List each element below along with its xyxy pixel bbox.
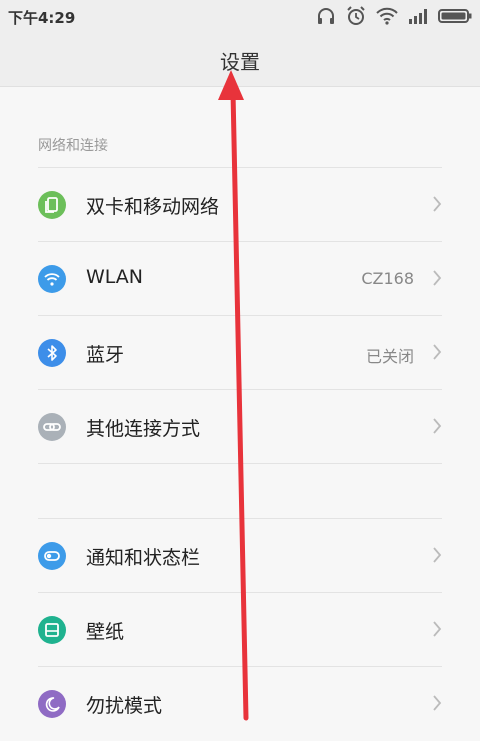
settings-item-label: 双卡和移动网络 [86, 196, 220, 218]
chevron-right-icon [433, 344, 442, 360]
section-title-network: 网络和连接 [38, 138, 108, 154]
chevron-right-icon [433, 418, 442, 434]
settings-item-value: 已关闭 [365, 347, 414, 366]
settings-item-label: 蓝牙 [86, 344, 125, 366]
bluetooth-icon [38, 339, 66, 367]
wifi-icon [38, 265, 66, 293]
battery-icon [438, 9, 472, 23]
settings-item-dual-sim[interactable]: 双卡和移动网络 [0, 168, 480, 242]
wifi-icon [376, 7, 398, 25]
settings-item-value: CZ168 [361, 269, 414, 288]
settings-item-label: 其他连接方式 [86, 418, 201, 440]
settings-item-do-not-disturb[interactable]: 勿扰模式 [0, 667, 480, 741]
notification-icon [38, 542, 66, 570]
moon-icon [38, 690, 66, 718]
signal-icon [409, 9, 427, 24]
sim-card-icon [38, 191, 66, 219]
page-header: 设置 [0, 32, 480, 87]
wallpaper-icon [38, 616, 66, 644]
chevron-right-icon [433, 621, 442, 637]
chevron-right-icon [433, 695, 442, 711]
settings-item-wlan[interactable]: WLAN CZ168 [0, 242, 480, 316]
chevron-right-icon [433, 196, 442, 212]
chevron-right-icon [433, 270, 442, 286]
settings-item-other-connections[interactable]: 其他连接方式 [0, 390, 480, 464]
settings-item-bluetooth[interactable]: 蓝牙 已关闭 [0, 316, 480, 390]
status-icons [316, 4, 472, 28]
status-time: 下午4:29 [8, 9, 76, 27]
settings-item-wallpaper[interactable]: 壁纸 [0, 593, 480, 667]
settings-item-notifications[interactable]: 通知和状态栏 [0, 519, 480, 593]
settings-item-label: 通知和状态栏 [86, 547, 201, 569]
status-bar: 下午4:29 [0, 0, 480, 32]
page-title: 设置 [220, 50, 260, 74]
settings-item-label: 勿扰模式 [86, 695, 163, 717]
settings-item-label: 壁纸 [86, 621, 125, 643]
alarm-icon [347, 6, 365, 25]
headphones-icon [318, 8, 334, 24]
chevron-right-icon [433, 547, 442, 563]
link-icon [38, 413, 66, 441]
settings-item-label: WLAN [86, 266, 144, 288]
